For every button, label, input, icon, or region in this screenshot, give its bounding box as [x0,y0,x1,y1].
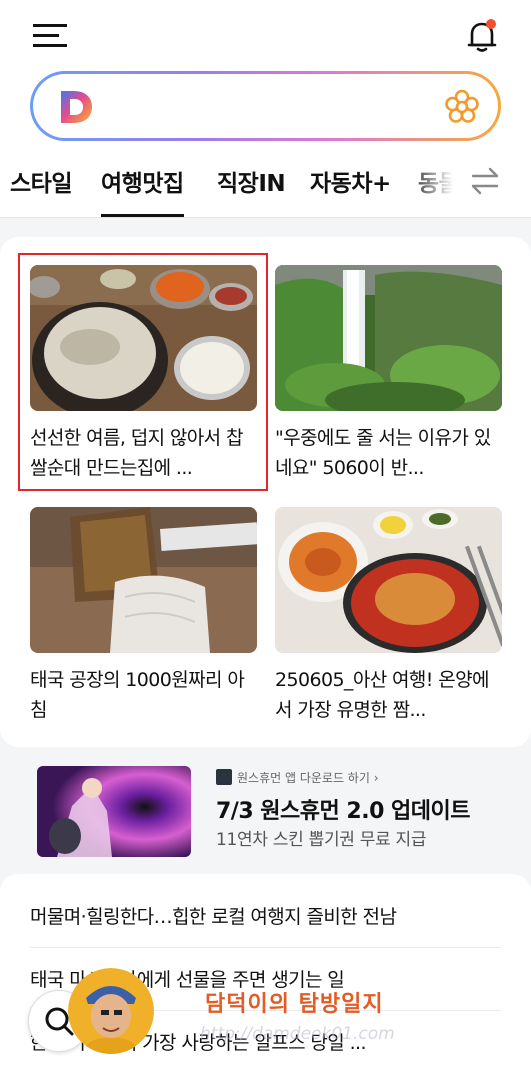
watermark-avatar [68,968,154,1054]
tab-style[interactable]: 스타일 [10,164,72,198]
article-card[interactable]: 선선한 여름, 덥지 않아서 찹쌀순대 만드는집에 ... [30,265,257,483]
ad-title: 7/3 원스휴먼 2.0 업데이트 [216,799,471,824]
ad-subtitle: 11연차 스킨 뽑기권 무료 지급 [216,830,427,850]
tab-car[interactable]: 자동차+ [310,164,391,198]
notification-bell-icon[interactable] [464,18,500,54]
article-thumbnail-gukbap [30,265,257,411]
ad-banner[interactable]: 원스휴먼 앱 다운로드 하기 › 7/3 원스휴먼 2.0 업데이트 11연차 … [0,747,531,867]
watermark-url: http://damdeok01.com [200,1024,395,1044]
flower-icon[interactable] [443,88,481,126]
article-thumbnail-jjamppong [275,507,502,653]
article-card[interactable]: "우중에도 줄 서는 이유가 있네요" 5060이 반... [275,265,502,483]
ad-thumbnail [37,766,191,857]
article-title: 태국 공장의 1000원짜리 아침 [30,669,245,721]
tab-travel-food[interactable]: 여행맛집 [101,164,184,217]
article-card-panel: 선선한 여름, 덥지 않아서 찹쌀순대 만드는집에 ... "우중에도 줄 서는… [0,237,531,747]
top-bar: 스타일 여행맛집 직장IN 자동차+ 동물 [0,0,531,218]
article-card[interactable]: 250605_아산 여행! 온양에서 가장 유명한 짬... [275,507,502,725]
article-thumbnail-waterfall [275,265,502,411]
article-title: "우중에도 줄 서는 이유가 있네요" 5060이 반... [275,427,491,479]
ad-source: 원스휴먼 앱 다운로드 하기 › [216,769,379,786]
search-input[interactable] [105,84,425,128]
article-title: 선선한 여름, 덥지 않아서 찹쌀순대 만드는집에 ... [30,427,243,479]
article-card[interactable]: 태국 공장의 1000원짜리 아침 [30,507,257,725]
watermark-text: 담덕이의 탐방일지 [205,991,384,1017]
search-bar[interactable] [30,71,501,141]
daum-logo-icon [61,91,92,123]
swap-arrows-icon[interactable] [468,164,502,198]
category-tabs: 스타일 여행맛집 직장IN 자동차+ 동물 [0,150,531,218]
tab-fade [405,150,465,217]
ad-source-label: 원스휴먼 앱 다운로드 하기 › [237,771,379,785]
tab-work-in[interactable]: 직장IN [217,164,286,198]
list-item[interactable]: 머물며·힐링한다…힙한 로컬 여행지 즐비한 전남 [30,886,501,948]
menu-icon[interactable] [33,22,67,50]
app-icon [216,769,232,785]
article-title: 250605_아산 여행! 온양에서 가장 유명한 짬... [275,669,489,721]
article-thumbnail-breakfast [30,507,257,653]
